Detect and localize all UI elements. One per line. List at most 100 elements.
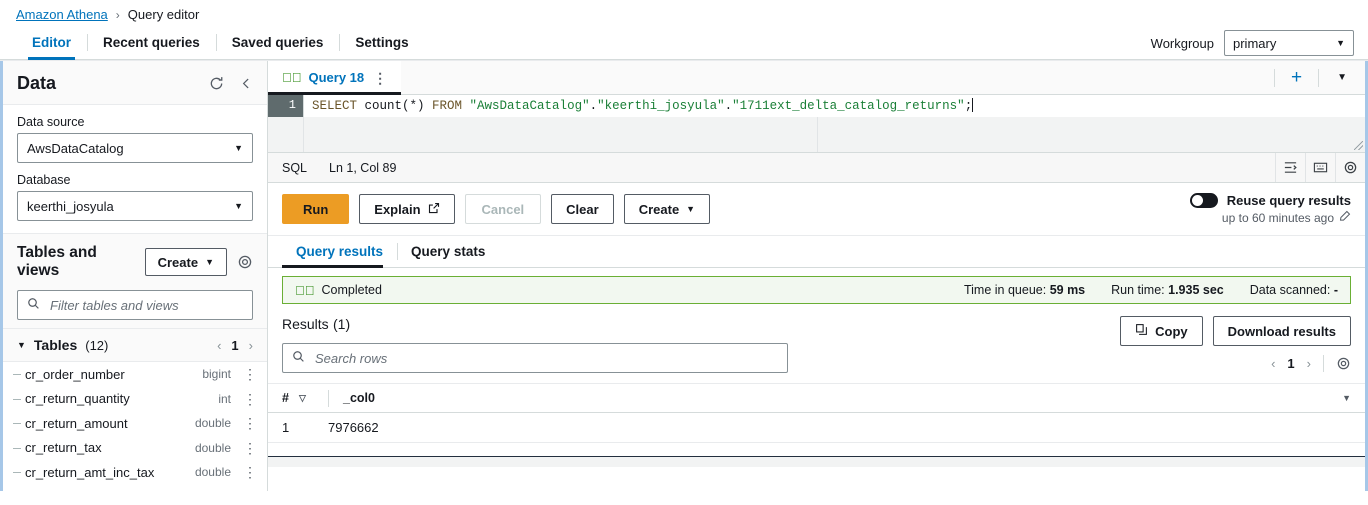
plus-icon[interactable]: + [1281, 68, 1312, 87]
metric-time-in-queue-label: Time in queue: [964, 283, 1046, 297]
reuse-query-results-toggle[interactable] [1190, 193, 1218, 208]
query-tab-query-18[interactable]: ✓⃝ Query 18 ⋮ [268, 61, 401, 94]
kebab-icon[interactable]: ⋮ [243, 490, 257, 491]
sql-dot-2: . [725, 99, 733, 113]
results-prev-page-icon[interactable]: ‹ [1271, 356, 1275, 371]
list-item[interactable]: cr_return_amount double ⋮ [3, 411, 267, 436]
results-header: Results (1) [268, 304, 1365, 373]
chevron-left-icon[interactable] [240, 77, 253, 90]
search-rows-box[interactable] [282, 343, 788, 373]
text-cursor [972, 98, 973, 112]
chevron-down-icon: ▼ [686, 204, 695, 214]
column-type: bigint [202, 367, 231, 381]
list-item[interactable]: cr_fee double ⋮ [3, 485, 267, 492]
create-table-button[interactable]: Create ▼ [145, 248, 227, 276]
list-item[interactable]: cr_return_tax double ⋮ [3, 436, 267, 461]
copy-button[interactable]: Copy [1120, 316, 1203, 346]
data-sidebar: Data Data source [0, 61, 268, 491]
chevron-down-icon[interactable]: ▼ [17, 340, 26, 350]
tables-prev-page-icon[interactable]: ‹ [217, 338, 221, 353]
tree-line-icon [13, 448, 21, 449]
metric-run-time-value: 1.935 sec [1168, 283, 1224, 297]
tab-saved-queries[interactable]: Saved queries [216, 26, 340, 59]
results-table-footer [268, 457, 1365, 467]
tab-recent-queries-label: Recent queries [103, 35, 200, 50]
sort-icon[interactable]: ▽ [299, 393, 306, 404]
tab-editor[interactable]: Editor [16, 26, 87, 59]
query-status-banner: ✓⃝ Completed Time in queue: 59 ms Run ti… [282, 276, 1351, 304]
filter-tables-box[interactable] [17, 290, 253, 320]
external-link-icon [428, 202, 440, 217]
code-empty-area[interactable] [268, 117, 1365, 152]
gear-icon[interactable] [1336, 356, 1351, 371]
table-row[interactable]: 1 7976662 [268, 413, 1365, 443]
column-name: cr_return_tax [25, 440, 195, 455]
sql-keyword-select: SELECT [312, 99, 365, 113]
sql-semicolon: ; [965, 99, 973, 113]
clear-button[interactable]: Clear [551, 194, 614, 224]
resize-handle[interactable] [1354, 141, 1363, 150]
tables-and-views-section: Tables and views Create ▼ [3, 234, 267, 328]
tab-recent-queries[interactable]: Recent queries [87, 26, 216, 59]
create-table-button-label: Create [158, 255, 198, 270]
database-label: Database [17, 173, 253, 187]
search-icon [27, 297, 40, 313]
list-item[interactable]: cr_order_number bigint ⋮ [3, 362, 267, 387]
gear-icon[interactable] [237, 254, 253, 270]
data-source-label: Data source [17, 115, 253, 129]
metric-data-scanned-label: Data scanned: [1250, 283, 1331, 297]
list-item[interactable]: cr_return_quantity int ⋮ [3, 387, 267, 412]
results-next-page-icon[interactable]: › [1307, 356, 1311, 371]
list-item[interactable]: cr_return_amt_inc_tax double ⋮ [3, 460, 267, 485]
keyboard-icon[interactable] [1305, 153, 1335, 182]
create-button[interactable]: Create ▼ [624, 194, 710, 224]
editor-cursor-position: Ln 1, Col 89 [329, 161, 396, 175]
tab-settings[interactable]: Settings [339, 26, 424, 59]
reuse-query-results-label: Reuse query results [1227, 193, 1351, 208]
tables-header-count: (12) [85, 338, 108, 353]
run-button[interactable]: Run [282, 194, 349, 224]
tab-query-stats[interactable]: Query stats [397, 236, 499, 267]
tables-page-number: 1 [231, 338, 238, 353]
download-results-button[interactable]: Download results [1213, 316, 1351, 346]
column-type: double [195, 465, 231, 479]
refresh-icon[interactable] [209, 76, 224, 91]
format-indent-icon[interactable] [1275, 153, 1305, 182]
database-select[interactable]: keerthi_josyula ▼ [17, 191, 253, 221]
clear-button-label: Clear [566, 202, 599, 217]
search-rows-input[interactable] [313, 350, 778, 367]
tables-header-label: Tables [34, 337, 77, 353]
sql-code-editor[interactable]: 1 SELECT count(*) FROM "AwsDataCatalog".… [268, 95, 1365, 153]
check-circle-icon: ✓⃝ [282, 71, 302, 84]
divider [1274, 69, 1275, 87]
tables-next-page-icon[interactable]: › [249, 338, 253, 353]
column-name: cr_return_amount [25, 416, 195, 431]
divider [328, 390, 329, 407]
workgroup-select[interactable]: primary ▼ [1224, 30, 1354, 56]
explain-button[interactable]: Explain [359, 194, 454, 224]
copy-button-label: Copy [1155, 324, 1188, 339]
data-source-select[interactable]: AwsDataCatalog ▼ [17, 133, 253, 163]
kebab-icon[interactable]: ⋮ [243, 465, 257, 479]
tab-query-results[interactable]: Query results [282, 236, 397, 267]
gear-icon[interactable] [1335, 153, 1365, 182]
filter-tables-input[interactable] [48, 297, 243, 314]
row-value-col0: 7976662 [328, 420, 1365, 435]
kebab-icon[interactable]: ⋮ [243, 441, 257, 455]
metric-data-scanned-value: - [1334, 283, 1338, 297]
chevron-down-icon[interactable]: ▼ [1325, 72, 1359, 83]
breadcrumb-link-amazon-athena[interactable]: Amazon Athena [16, 7, 108, 22]
kebab-icon[interactable]: ⋮ [373, 71, 387, 85]
sql-text[interactable]: SELECT count(*) FROM "AwsDataCatalog"."k… [304, 95, 1365, 117]
pencil-icon[interactable] [1339, 210, 1351, 225]
kebab-icon[interactable]: ⋮ [243, 367, 257, 381]
data-source-value: AwsDataCatalog [27, 141, 124, 156]
kebab-icon[interactable]: ⋮ [243, 392, 257, 406]
chevron-down-icon: ▼ [234, 201, 243, 211]
chevron-down-icon[interactable]: ▼ [1342, 393, 1365, 403]
reuse-query-results-group: Reuse query results up to 60 minutes ago [1190, 193, 1351, 225]
editor-actions: Run Explain Cancel Clear Create ▼ [268, 183, 1365, 236]
database-value: keerthi_josyula [27, 199, 114, 214]
kebab-icon[interactable]: ⋮ [243, 416, 257, 430]
results-title-row: Results (1) [282, 316, 1108, 334]
